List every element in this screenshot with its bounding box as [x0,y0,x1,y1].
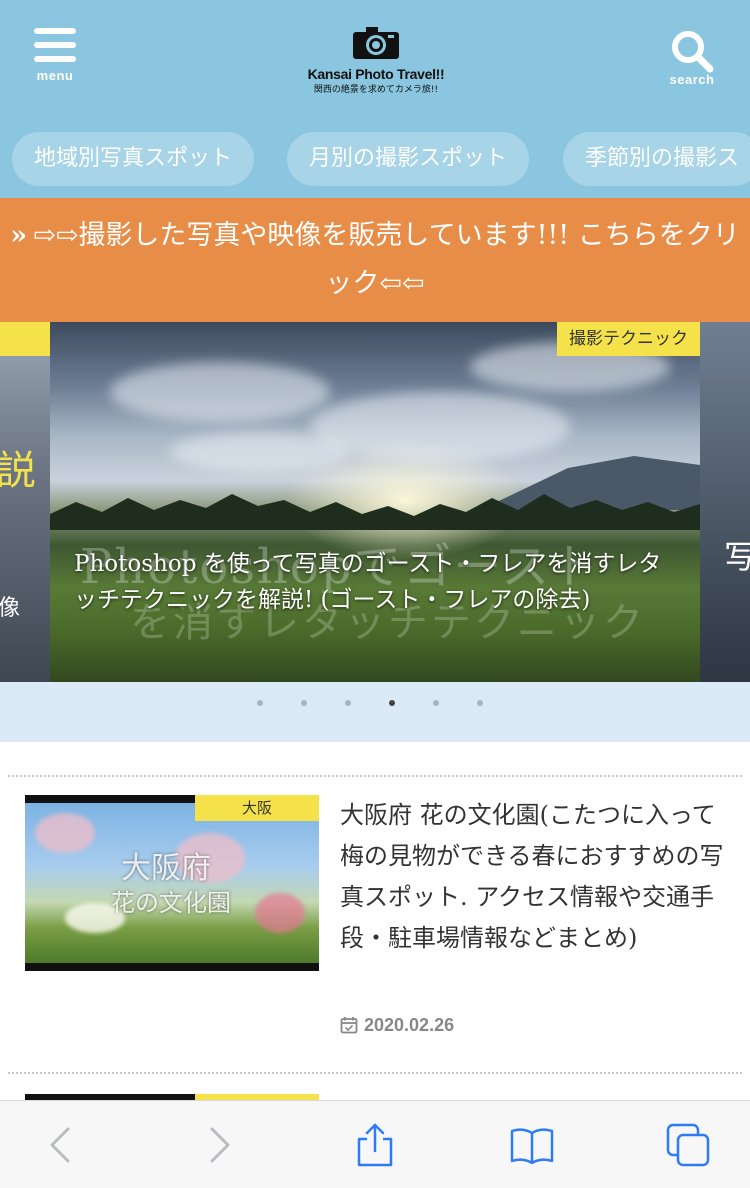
carousel-slide-next[interactable]: 写 [700,322,750,682]
promo-text: ⇨⇨撮影した写真や映像を販売しています!!! こちらをクリック⇦⇦ [33,220,740,299]
back-icon[interactable] [40,1123,84,1167]
camera-icon [353,27,399,59]
logo-subtitle: 関西の絶景を求めてカメラ旅!! [313,85,439,95]
carousel-dot[interactable] [345,700,351,706]
logo-title: Kansai Photo Travel!! [307,66,445,82]
nav-pill-month[interactable]: 月別の撮影スポット [287,132,530,186]
menu-button[interactable]: menu [30,28,80,98]
carousel-slide-active[interactable]: Photoshopでゴースト を消すレタッチテクニック 撮影テクニック Phot… [50,322,700,682]
carousel-dot[interactable] [257,700,263,706]
site-header: menu Kansai Photo Travel!! 関西の絶景を求めてカメラ旅… [0,0,750,198]
slide-tag [0,322,50,356]
bookmarks-icon[interactable] [510,1123,554,1167]
search-button[interactable]: search [662,28,722,98]
carousel-pagination [0,682,750,742]
hamburger-icon [34,28,76,62]
featured-carousel[interactable]: 説 像 Photoshopでゴースト を消すレタッチテクニック 撮影テクニック … [0,322,750,682]
article-date: 2020.02.26 [340,1015,454,1036]
slide-title[interactable]: Photoshop を使って写真のゴースト・フレアを消すレタッチテクニックを解説… [74,546,674,618]
divider [8,775,742,777]
menu-label: menu [36,68,74,83]
forward-icon[interactable] [196,1123,240,1167]
nav-pill-region[interactable]: 地域別写真スポット [12,132,255,186]
carousel-dot[interactable] [433,700,439,706]
carousel-dot[interactable] [301,700,307,706]
slide-tag[interactable]: 撮影テクニック [557,322,700,356]
slide-caption: 写 [724,538,750,576]
promo-banner[interactable]: » ⇨⇨撮影した写真や映像を販売しています!!! こちらをクリック⇦⇦ [0,198,750,322]
category-nav: 地域別写真スポット 月別の撮影スポット 季節別の撮影ス [0,132,750,186]
article-date-text: 2020.02.26 [364,1015,455,1035]
carousel-slide-prev[interactable]: 説 像 [0,322,50,682]
article-tag[interactable]: 大阪 [195,795,319,821]
share-icon[interactable] [353,1123,397,1167]
thumbnail-overlay-text: 花の文化園 [111,889,231,917]
slide-caption: 像 [0,596,21,621]
article-thumbnail[interactable]: 大阪府 花の文化園 大阪 [25,795,319,971]
divider [8,1072,742,1074]
article-title[interactable]: 大阪府 花の文化園(こたつに入って梅の見物ができる春におすすめの写真スポット. … [340,795,730,959]
search-label: search [669,72,715,87]
calendar-icon [340,1017,358,1034]
slide-overlay-text: 説 [0,448,36,494]
site-logo[interactable]: Kansai Photo Travel!! 関西の絶景を求めてカメラ旅!! [296,26,456,96]
carousel-dot[interactable] [477,700,483,706]
double-chevron-icon: » [10,220,28,251]
carousel-dot-active[interactable] [389,700,395,706]
thumbnail-overlay-text: 大阪府 [121,851,211,886]
browser-toolbar [0,1100,750,1188]
nav-pill-season[interactable]: 季節別の撮影ス [563,132,750,186]
search-icon [672,31,714,73]
tabs-icon[interactable] [666,1123,710,1167]
